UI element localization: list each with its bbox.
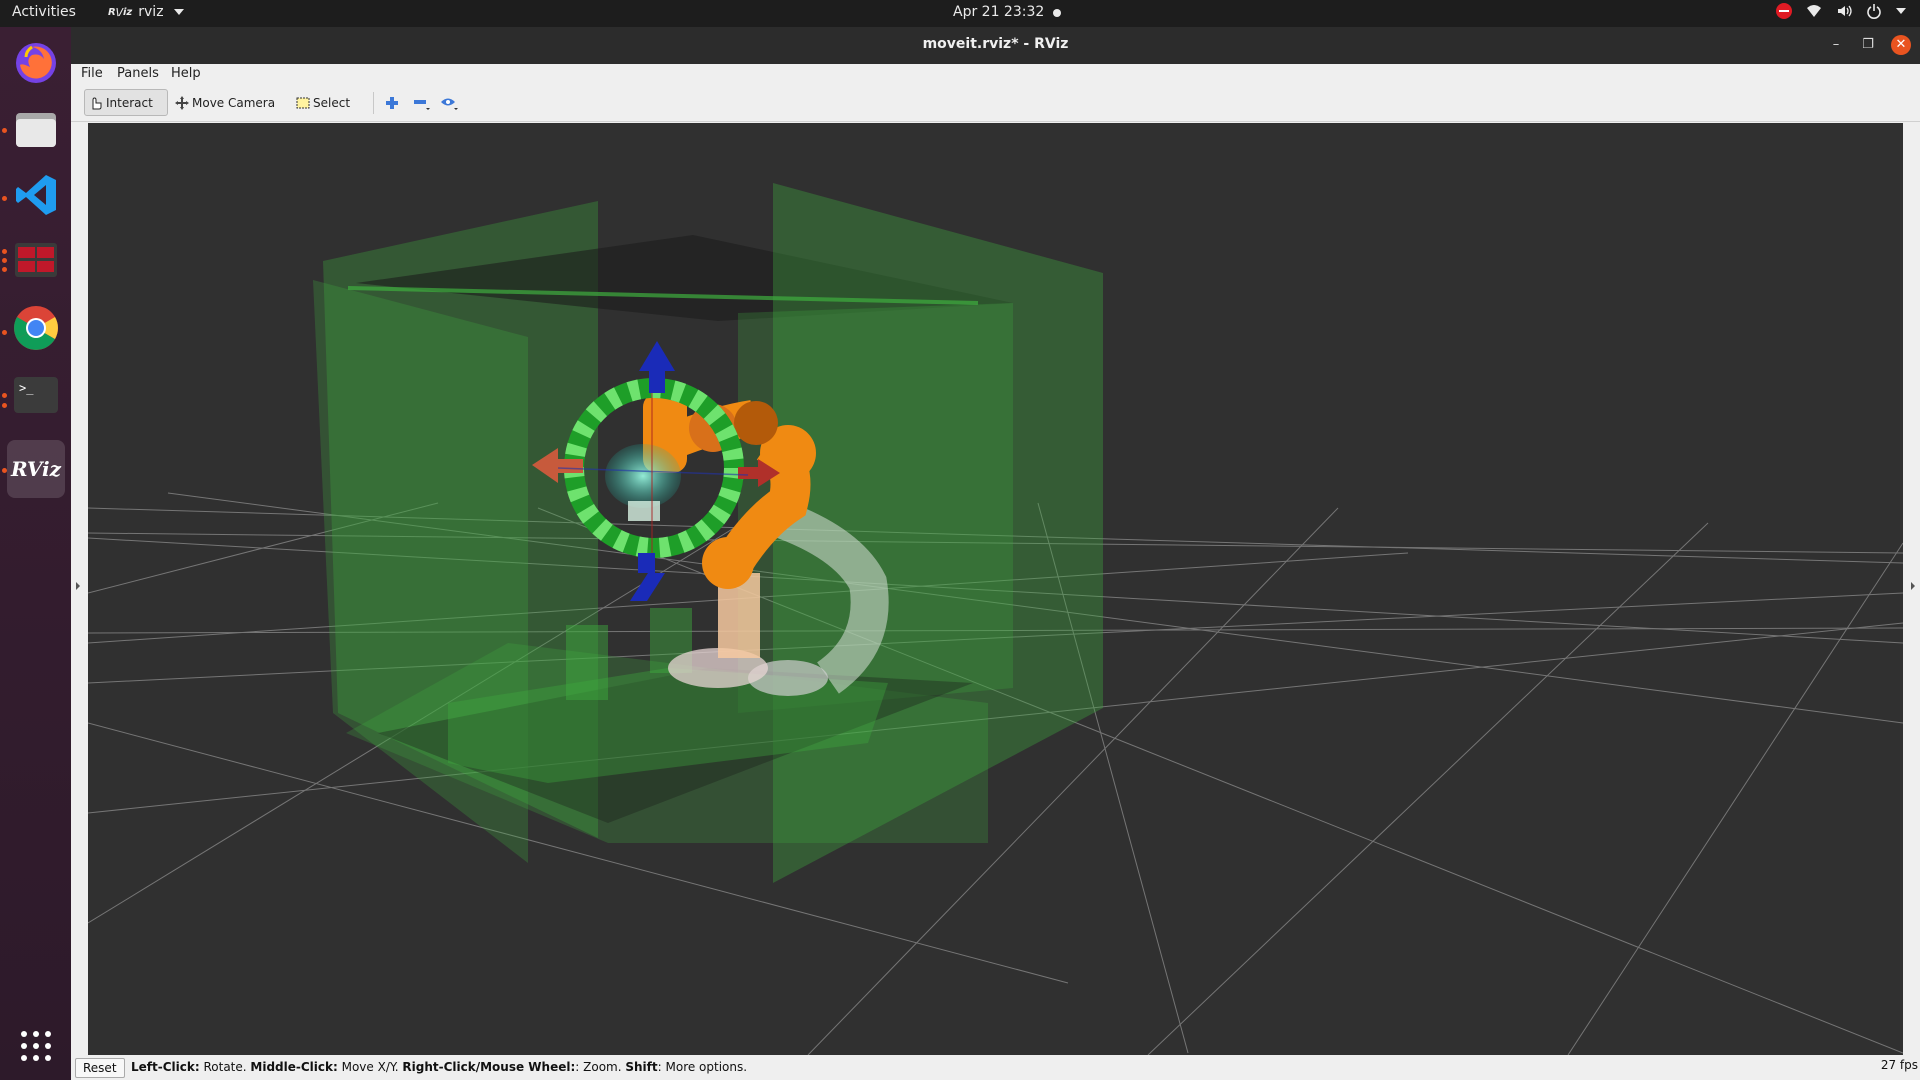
scene-canvas — [88, 183, 1903, 1055]
interact-tool-button[interactable]: Interact — [84, 89, 168, 116]
select-box-icon — [296, 97, 310, 108]
app-menu[interactable]: R\/iz rviz — [108, 4, 184, 20]
window-titlebar[interactable]: moveit.rviz* - RViz – ❐ ✕ — [71, 27, 1920, 64]
eye-icon — [441, 98, 458, 110]
collapse-left-panel-icon[interactable] — [76, 582, 80, 590]
add-tool-button[interactable] — [381, 89, 403, 116]
rviz-small-icon: R\/iz — [108, 6, 133, 18]
right-click-key: Right-Click/Mouse Wheel: — [402, 1060, 576, 1074]
running-indicator — [2, 393, 7, 398]
interact-label: Interact — [106, 95, 153, 110]
chrome-icon — [14, 306, 58, 350]
svg-text:>_: >_ — [19, 381, 34, 395]
render-viewport-3d[interactable] — [88, 123, 1903, 1055]
mouse-help-text: Left-Click: Rotate. Middle-Click: Move X… — [131, 1060, 747, 1074]
notification-dot-icon — [1053, 9, 1061, 17]
close-button[interactable]: ✕ — [1891, 35, 1911, 55]
firefox-icon — [16, 43, 56, 83]
running-indicator — [2, 196, 7, 201]
window-title: moveit.rviz* - RViz — [922, 36, 1069, 52]
shift-desc: : More options. — [657, 1060, 748, 1074]
rviz-icon: RViz — [10, 457, 62, 481]
select-label: Select — [313, 95, 351, 110]
app-menu-label: rviz — [138, 4, 164, 20]
menu-panels[interactable]: Panels — [117, 66, 159, 81]
clock[interactable]: Apr 21 23:32 — [953, 4, 1044, 20]
dock-app-grid-red[interactable] — [7, 231, 65, 289]
shift-key: Shift — [625, 1060, 658, 1074]
running-indicator — [2, 249, 7, 254]
menu-help[interactable]: Help — [171, 66, 201, 81]
tool-bar: Interact Move Camera Select — [71, 84, 1920, 122]
hand-pointer-icon — [92, 96, 102, 109]
show-applications-button[interactable] — [7, 1017, 65, 1075]
system-top-bar: Activities R\/iz rviz Apr 21 23:32 — [0, 0, 1920, 27]
minimize-button[interactable]: – — [1826, 35, 1846, 55]
running-indicator — [2, 468, 7, 473]
camera-move-icon — [175, 95, 189, 110]
middle-click-key: Middle-Click: — [250, 1060, 338, 1074]
middle-click-desc: Move X/Y. — [337, 1060, 403, 1074]
toolbar-separator — [373, 92, 374, 114]
dock-terminal[interactable]: >_ — [7, 366, 65, 424]
maximize-button[interactable]: ❐ — [1858, 35, 1878, 55]
right-click-desc: : Zoom. — [575, 1060, 626, 1074]
running-indicator — [2, 267, 7, 272]
menu-bar: File Panels Help — [71, 64, 1920, 84]
chevron-down-icon — [173, 9, 184, 15]
terminal-icon: >_ — [14, 377, 58, 413]
fps-counter: 27 fps — [1880, 1058, 1918, 1072]
files-icon — [16, 113, 56, 147]
system-tray[interactable] — [1776, 3, 1906, 19]
dock: >_ RViz — [0, 27, 71, 1080]
running-indicator — [2, 258, 7, 263]
status-bar: Reset Left-Click: Rotate. Middle-Click: … — [71, 1055, 1920, 1080]
collapse-right-panel-icon[interactable] — [1911, 582, 1915, 590]
do-not-disturb-icon[interactable] — [1776, 3, 1792, 19]
running-indicator — [2, 403, 7, 408]
vscode-icon — [16, 175, 56, 215]
left-click-key: Left-Click: — [131, 1060, 200, 1074]
select-tool-button[interactable]: Select — [292, 89, 354, 116]
move-camera-label: Move Camera — [192, 95, 276, 110]
reset-button[interactable]: Reset — [75, 1058, 125, 1078]
power-icon[interactable] — [1866, 3, 1882, 19]
dock-vscode[interactable] — [7, 166, 65, 224]
view-options-button[interactable] — [437, 89, 463, 116]
left-click-desc: Rotate. — [199, 1060, 251, 1074]
running-indicator — [2, 128, 7, 133]
dock-firefox[interactable] — [7, 34, 65, 92]
remove-tool-button[interactable] — [409, 89, 435, 116]
app-grid-red-icon — [15, 243, 57, 277]
chevron-down-icon[interactable] — [1896, 7, 1906, 15]
minus-icon — [414, 99, 430, 110]
rviz-window: moveit.rviz* - RViz – ❐ ✕ File Panels He… — [71, 27, 1920, 1080]
app-grid-icon — [21, 1031, 51, 1061]
activities-button[interactable]: Activities — [12, 4, 76, 20]
menu-file[interactable]: File — [81, 66, 103, 81]
running-indicator — [2, 330, 7, 335]
move-camera-tool-button[interactable]: Move Camera — [171, 89, 279, 116]
dock-rviz[interactable]: RViz — [7, 440, 65, 498]
volume-icon[interactable] — [1836, 3, 1852, 19]
wifi-icon[interactable] — [1806, 3, 1822, 19]
plus-icon — [386, 96, 398, 109]
dock-files[interactable] — [7, 100, 65, 158]
dock-chrome[interactable] — [7, 299, 65, 357]
